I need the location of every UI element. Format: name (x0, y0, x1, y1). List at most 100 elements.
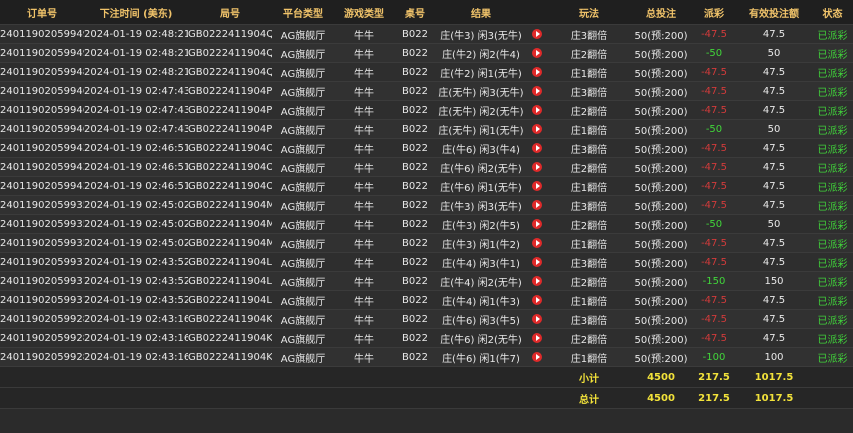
play-circle-icon[interactable] (532, 66, 542, 77)
play-circle-icon[interactable] (532, 237, 542, 248)
table-row: 2401190205994382024-01-19 02:46:51GB0222… (0, 157, 853, 177)
platform-cell: AG旗舰厅 (272, 119, 334, 139)
status-cell: 已派彩 (812, 214, 853, 234)
play-circle-icon[interactable] (532, 332, 542, 343)
order-id-cell: 240119020599467 (0, 100, 84, 120)
total-bet-cell: 50(预:200) (630, 157, 692, 177)
order-id-cell: 240119020599311 (0, 290, 84, 310)
replay-cell[interactable] (526, 195, 548, 215)
replay-cell[interactable] (526, 290, 548, 310)
column-header-play-type: 玩法 (548, 0, 630, 25)
game-type-cell: 牛牛 (334, 347, 394, 367)
game-type-cell: 牛牛 (334, 252, 394, 272)
replay-cell[interactable] (526, 328, 548, 348)
play-circle-icon[interactable] (532, 256, 542, 267)
valid-bet-cell: 47.5 (736, 290, 812, 310)
play-type-cell: 庄1翻倍 (548, 176, 630, 196)
platform-cell: AG旗舰厅 (272, 309, 334, 329)
play-circle-icon[interactable] (532, 104, 542, 115)
bet-time-cell: 2024-01-19 02:47:43 (84, 119, 188, 139)
result-cell: 庄(牛3) 闲1(牛2) (436, 233, 526, 253)
replay-cell[interactable] (526, 119, 548, 139)
replay-cell[interactable] (526, 138, 548, 158)
page-bottom (0, 409, 853, 423)
round-id-cell: GB0222411904O (188, 138, 272, 158)
column-header-game-type: 游戏类型 (334, 0, 394, 25)
play-circle-icon[interactable] (532, 161, 542, 172)
play-circle-icon[interactable] (532, 180, 542, 191)
total-bet-cell: 50(预:200) (630, 328, 692, 348)
subtotal-payout: 217.5 (692, 366, 736, 388)
play-circle-icon[interactable] (532, 294, 542, 305)
table-row: 2401190205994392024-01-19 02:46:51GB0222… (0, 138, 853, 158)
replay-cell[interactable] (526, 43, 548, 63)
total-bet-cell: 50(预:200) (630, 309, 692, 329)
game-type-cell: 牛牛 (334, 81, 394, 101)
play-circle-icon[interactable] (532, 47, 542, 58)
replay-cell[interactable] (526, 62, 548, 82)
total-bet-cell: 50(预:200) (630, 290, 692, 310)
result-cell: 庄(牛6) 闲3(牛4) (436, 138, 526, 158)
result-cell: 庄(牛4) 闲2(无牛) (436, 271, 526, 291)
table-row: 2401190205992842024-01-19 02:43:16GB0222… (0, 328, 853, 348)
platform-cell: AG旗舰厅 (272, 252, 334, 272)
column-header-status: 状态 (812, 0, 853, 25)
replay-cell[interactable] (526, 81, 548, 101)
replay-cell[interactable] (526, 214, 548, 234)
game-type-cell: 牛牛 (334, 62, 394, 82)
play-circle-icon[interactable] (532, 275, 542, 286)
status-cell: 已派彩 (812, 100, 853, 120)
play-type-cell: 庄2翻倍 (548, 328, 630, 348)
valid-bet-cell: 47.5 (736, 233, 812, 253)
play-circle-icon[interactable] (532, 313, 542, 324)
replay-cell[interactable] (526, 24, 548, 44)
total-label: 总计 (548, 387, 630, 409)
platform-cell: AG旗舰厅 (272, 138, 334, 158)
replay-cell[interactable] (526, 271, 548, 291)
platform-cell: AG旗舰厅 (272, 195, 334, 215)
replay-cell[interactable] (526, 100, 548, 120)
table-no-cell: B022 (394, 214, 436, 234)
total-bet-cell: 50(预:200) (630, 81, 692, 101)
game-type-cell: 牛牛 (334, 309, 394, 329)
table-no-cell: B022 (394, 157, 436, 177)
replay-cell[interactable] (526, 176, 548, 196)
bet-time-cell: 2024-01-19 02:47:43 (84, 100, 188, 120)
payout-cell: -47.5 (692, 328, 736, 348)
play-circle-icon[interactable] (532, 199, 542, 210)
order-id-cell: 240119020599285 (0, 309, 84, 329)
total-bet-cell: 50(预:200) (630, 252, 692, 272)
play-circle-icon[interactable] (532, 123, 542, 134)
replay-cell[interactable] (526, 309, 548, 329)
total-bet-cell: 50(预:200) (630, 138, 692, 158)
play-circle-icon[interactable] (532, 351, 542, 362)
result-cell: 庄(无牛) 闲1(无牛) (436, 119, 526, 139)
result-cell: 庄(牛6) 闲1(无牛) (436, 176, 526, 196)
column-header-total-bet: 总投注 (630, 0, 692, 25)
table-row: 2401190205993132024-01-19 02:43:52GB0222… (0, 252, 853, 272)
game-type-cell: 牛牛 (334, 233, 394, 253)
valid-bet-cell: 47.5 (736, 24, 812, 44)
play-circle-icon[interactable] (532, 142, 542, 153)
valid-bet-cell: 47.5 (736, 62, 812, 82)
play-circle-icon[interactable] (532, 85, 542, 96)
replay-cell[interactable] (526, 347, 548, 367)
order-id-cell: 240119020599466 (0, 119, 84, 139)
bet-time-cell: 2024-01-19 02:43:16 (84, 328, 188, 348)
payout-cell: -47.5 (692, 290, 736, 310)
table-no-cell: B022 (394, 271, 436, 291)
result-cell: 庄(牛4) 闲3(牛1) (436, 252, 526, 272)
order-id-cell: 240119020599437 (0, 176, 84, 196)
total-bet-cell: 50(预:200) (630, 195, 692, 215)
play-circle-icon[interactable] (532, 218, 542, 229)
status-cell: 已派彩 (812, 81, 853, 101)
replay-cell[interactable] (526, 252, 548, 272)
play-circle-icon[interactable] (532, 28, 542, 39)
replay-cell[interactable] (526, 233, 548, 253)
replay-cell[interactable] (526, 157, 548, 177)
total-bet-cell: 50(预:200) (630, 214, 692, 234)
round-id-cell: GB0222411904K (188, 347, 272, 367)
table-no-cell: B022 (394, 176, 436, 196)
payout-cell: -47.5 (692, 176, 736, 196)
result-cell: 庄(牛6) 闲2(无牛) (436, 157, 526, 177)
